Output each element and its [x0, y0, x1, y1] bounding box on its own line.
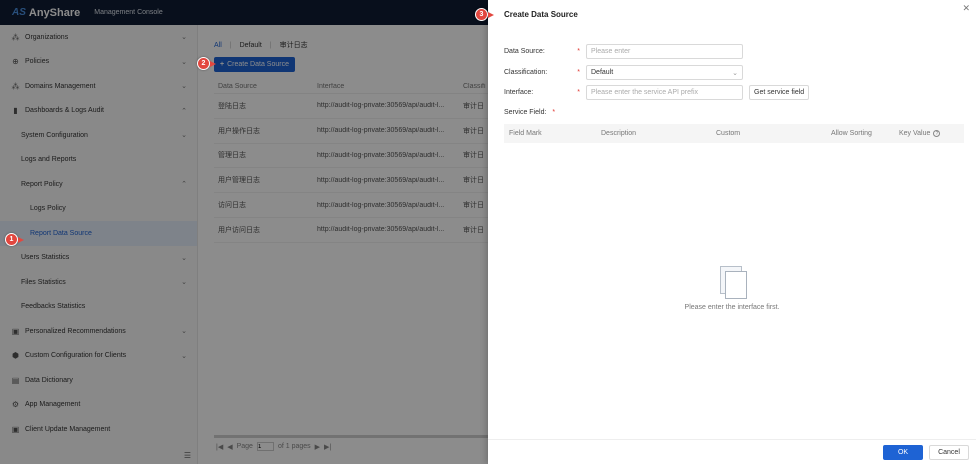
step-badge-1: 1: [5, 233, 18, 246]
interface-label-wrap: Interface: *: [504, 89, 586, 96]
header-key-value-wrap: Key Value ?: [894, 130, 964, 137]
get-service-field-button[interactable]: Get service field: [749, 85, 810, 100]
drawer-title: Create Data Source: [504, 10, 578, 19]
header-description: Description: [601, 130, 637, 137]
data-source-label: Data Source:: [504, 48, 545, 55]
help-icon[interactable]: ?: [933, 130, 941, 137]
service-field-header: Field Mark Description Custom Allow Sort…: [504, 124, 964, 143]
classification-row: Classification: * Default ⌄: [504, 65, 743, 80]
required-mark: *: [577, 89, 580, 96]
interface-label: Interface:: [504, 89, 534, 96]
service-field-table: Field Mark Description Custom Allow Sort…: [504, 124, 964, 143]
header-allow-sorting: Allow Sorting: [831, 130, 872, 137]
step-badge-3: 3: [475, 8, 488, 21]
interface-input[interactable]: Please enter the service API prefix: [586, 85, 743, 100]
chevron-down-icon: ⌄: [732, 69, 738, 77]
classification-value: Default: [591, 69, 614, 76]
data-source-input[interactable]: Please enter: [586, 44, 743, 59]
ok-button[interactable]: OK: [883, 445, 923, 460]
required-mark: *: [577, 69, 580, 76]
classification-label-wrap: Classification: *: [504, 69, 586, 76]
data-source-label-wrap: Data Source: *: [504, 48, 586, 55]
data-source-row: Data Source: * Please enter: [504, 44, 743, 59]
modal-overlay[interactable]: [0, 0, 488, 464]
step-arrow-1: [18, 237, 24, 243]
service-field-row: Service Field: *: [504, 105, 561, 120]
classification-label: Classification:: [504, 69, 548, 76]
required-mark: *: [552, 109, 556, 116]
header-custom: Custom: [716, 130, 741, 137]
header-field-mark: Field Mark: [509, 130, 542, 137]
step-badge-2: 2: [197, 57, 210, 70]
required-mark: *: [577, 48, 580, 55]
interface-row: Interface: * Please enter the service AP…: [504, 85, 810, 100]
header-key-value: Key Value: [899, 130, 931, 137]
create-data-source-drawer: Create Data Source ✕ Data Source: * Plea…: [488, 0, 976, 464]
empty-state: Please enter the interface first.: [488, 266, 976, 311]
service-field-label: Service Field:: [504, 109, 547, 116]
classification-select[interactable]: Default ⌄: [586, 65, 743, 80]
step-arrow-3: [488, 12, 494, 18]
empty-document-icon: [717, 266, 747, 300]
cancel-button[interactable]: Cancel: [929, 445, 969, 460]
close-icon[interactable]: ✕: [962, 3, 970, 14]
step-arrow-2: [210, 61, 216, 67]
empty-state-text: Please enter the interface first.: [684, 304, 780, 311]
drawer-footer: OK Cancel: [488, 439, 976, 464]
